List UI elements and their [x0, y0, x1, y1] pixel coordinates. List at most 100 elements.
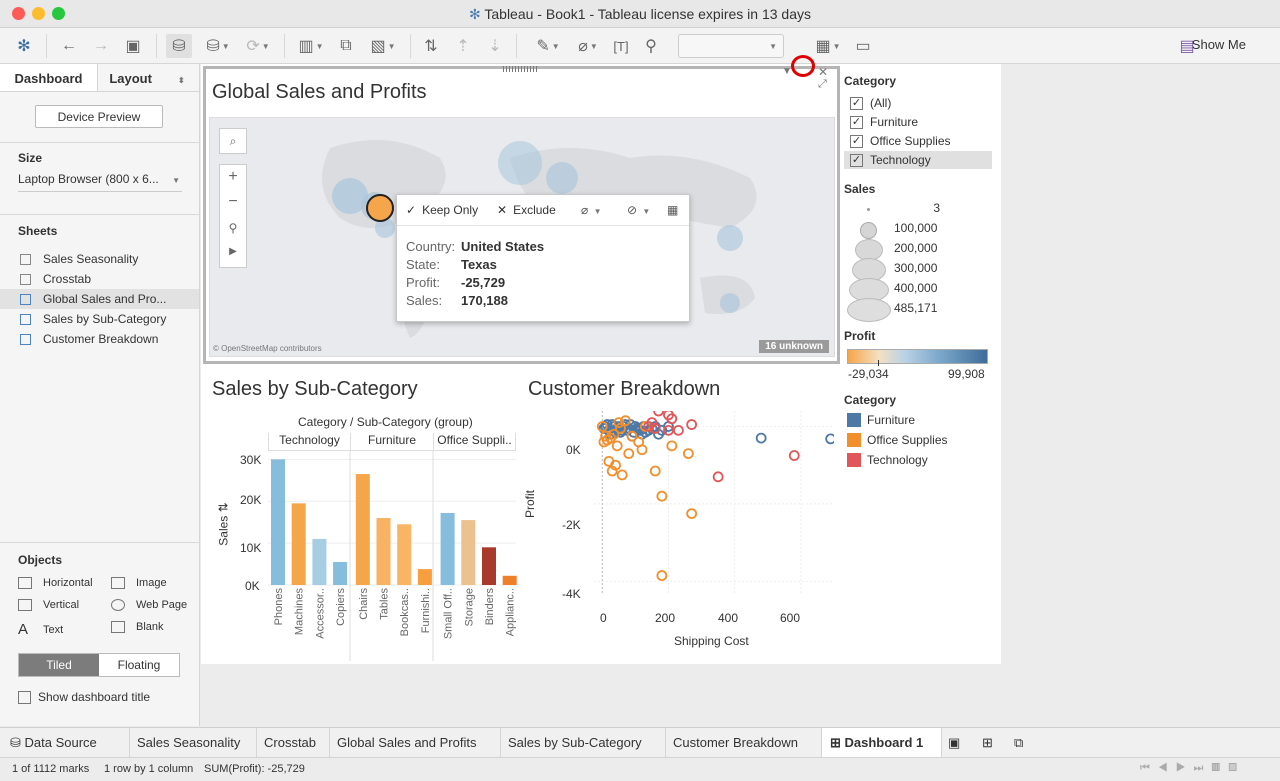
object-image[interactable]: Image: [111, 577, 167, 589]
sheet-item[interactable]: Sales by Sub-Category: [0, 309, 199, 329]
category-legend-item[interactable]: Technology: [847, 453, 928, 467]
object-web-page[interactable]: Web Page: [111, 599, 187, 611]
blank-icon: [111, 621, 125, 633]
object-text[interactable]: A Text: [18, 621, 63, 638]
map-search-button[interactable]: ⌕: [219, 128, 247, 154]
category-legend-item[interactable]: Furniture: [847, 413, 915, 427]
sort-ascending-icon[interactable]: ⇡: [452, 34, 474, 58]
sort-icon[interactable]: ⇅: [217, 502, 231, 512]
scatter-point: [636, 444, 648, 456]
zone-drag-handle[interactable]: [503, 66, 539, 72]
presentation-mode-icon[interactable]: ▭: [852, 34, 874, 58]
color-swatch: [847, 453, 861, 467]
window-title: ✻ Tableau - Book1 - Tableau license expi…: [469, 6, 811, 22]
show-title-checkbox[interactable]: Show dashboard title: [18, 690, 150, 704]
worksheet-used-icon: [20, 293, 31, 305]
scatter-point: [686, 508, 698, 520]
keep-only-button[interactable]: ✓ Keep Only: [406, 203, 478, 217]
group-header: Technology: [268, 433, 350, 451]
device-preview-button[interactable]: Device Preview: [35, 105, 163, 128]
tab-sales-seasonality[interactable]: Sales Seasonality: [130, 728, 257, 757]
undo-icon[interactable]: ←: [58, 34, 80, 58]
bar-chart-zone[interactable]: Category / Sub-Category (group) Technolo…: [212, 405, 522, 661]
sheet-item[interactable]: Sales Seasonality: [0, 249, 199, 269]
play-icon[interactable]: ▶: [229, 241, 237, 267]
category-filter-item[interactable]: ✓ Office Supplies: [850, 132, 992, 150]
zoom-in-icon[interactable]: +: [228, 165, 237, 190]
y-tick: -2K: [562, 518, 581, 532]
new-data-source-icon[interactable]: ⛁: [166, 34, 192, 58]
checkbox-icon: [18, 690, 31, 704]
floating-toggle[interactable]: Floating: [99, 654, 179, 676]
group-header: Office Suppli..: [433, 433, 516, 451]
zoom-out-icon[interactable]: −: [228, 190, 237, 215]
exclude-button[interactable]: ✕ Exclude: [497, 203, 556, 217]
y-tick: 20K: [240, 493, 262, 507]
object-vertical[interactable]: Vertical: [18, 599, 79, 611]
pause-updates-icon[interactable]: ⛁ ▼: [200, 34, 236, 58]
zone-close-icon[interactable]: ✕: [818, 65, 828, 79]
sheet-navigation-icons[interactable]: ⏮◀▶⏭▦▤: [1140, 762, 1245, 775]
group-members-icon[interactable]: ⌀ ▼: [581, 203, 601, 217]
bar: [461, 520, 476, 585]
sales-size-item: 100,000: [848, 221, 988, 239]
tab-global-sales[interactable]: Global Sales and Profits: [330, 728, 501, 757]
category-filter-item[interactable]: ✓ Furniture: [850, 113, 992, 131]
tab-sales-by-sub-category[interactable]: Sales by Sub-Category: [501, 728, 666, 757]
x-tick-label: Tables: [379, 588, 391, 620]
globe-icon: [111, 599, 125, 611]
category-legend-heading: Category: [844, 393, 897, 407]
scatter-zone[interactable]: Profit Shipping Cost 0K -2K -4K 0 200 40…: [523, 405, 838, 660]
duplicate-sheet-icon[interactable]: ⧉: [335, 34, 357, 58]
unknown-indicator[interactable]: 16 unknown: [759, 340, 829, 353]
tab-data-source[interactable]: ⛁ Data Source: [0, 728, 130, 757]
fix-axes-icon[interactable]: ⚲: [640, 34, 662, 58]
bar: [376, 518, 391, 585]
tooltip-sales-value: 170,188: [461, 293, 508, 308]
fit-dropdown[interactable]: ▼: [678, 34, 784, 58]
group-members-icon[interactable]: ⌀ ▼: [570, 34, 606, 58]
tableau-home-icon[interactable]: ✻: [12, 34, 36, 58]
save-icon[interactable]: ▣: [122, 34, 144, 58]
size-circle: [867, 208, 870, 211]
scatter-title: Customer Breakdown: [528, 378, 721, 400]
tab-dashboard-1[interactable]: ⊞ Dashboard 1: [822, 728, 942, 757]
tiled-toggle[interactable]: Tiled: [19, 654, 99, 676]
category-legend-item[interactable]: Office Supplies: [847, 433, 948, 447]
new-story-tab-icon[interactable]: ⧉: [1008, 728, 1038, 757]
sheet-item[interactable]: Crosstab: [0, 269, 199, 289]
object-horizontal[interactable]: Horizontal: [18, 577, 93, 589]
map-zoom-controls: + − ⚲ ▶: [219, 164, 247, 268]
tab-dashboard[interactable]: Dashboard: [0, 64, 98, 91]
pin-icon[interactable]: ⚲: [229, 216, 238, 242]
new-dashboard-tab-icon[interactable]: ⊞: [976, 728, 1006, 757]
dashboard-icon: ⊞: [830, 735, 845, 750]
show-me-button[interactable]: Show Me: [1192, 37, 1246, 52]
swap-axes-icon[interactable]: ⇅: [420, 34, 442, 58]
clear-sheet-icon[interactable]: ▧ ▼: [364, 34, 402, 58]
sort-descending-icon[interactable]: ⇣: [484, 34, 506, 58]
profit-max-label: 99,908: [948, 367, 985, 381]
category-filter-item[interactable]: ✓ (All): [850, 94, 992, 112]
highlight-icon[interactable]: ✎ ▼: [530, 34, 566, 58]
tab-customer-breakdown[interactable]: Customer Breakdown: [666, 728, 822, 757]
tab-crosstab[interactable]: Crosstab: [257, 728, 330, 757]
object-blank[interactable]: Blank: [111, 621, 164, 633]
worksheet-icon: [20, 273, 31, 285]
create-set-icon[interactable]: ⊘ ▼: [627, 203, 650, 217]
redo-icon[interactable]: →: [90, 34, 112, 58]
new-worksheet-icon[interactable]: ▥ ▼: [292, 34, 330, 58]
new-worksheet-tab-icon[interactable]: ▣: [942, 728, 972, 757]
show-labels-icon[interactable]: [T]: [610, 34, 632, 58]
scatter-point: [653, 411, 664, 417]
bar-y-axis-label: Sales ⇅: [216, 502, 231, 546]
expand-icon[interactable]: ⤢: [818, 78, 827, 91]
refresh-icon[interactable]: ⟳ ▼: [240, 34, 276, 58]
view-data-icon[interactable]: ▦: [667, 203, 678, 217]
sheet-item[interactable]: Customer Breakdown: [0, 329, 199, 349]
size-dropdown[interactable]: Laptop Browser (800 x 6... ▼: [18, 172, 182, 192]
show-cards-icon[interactable]: ▦ ▼: [810, 34, 846, 58]
sheet-item[interactable]: Global Sales and Pro...: [0, 289, 199, 309]
category-filter-item[interactable]: ✓ Technology: [844, 151, 992, 169]
tab-layout[interactable]: Layout ⬍: [98, 64, 196, 91]
